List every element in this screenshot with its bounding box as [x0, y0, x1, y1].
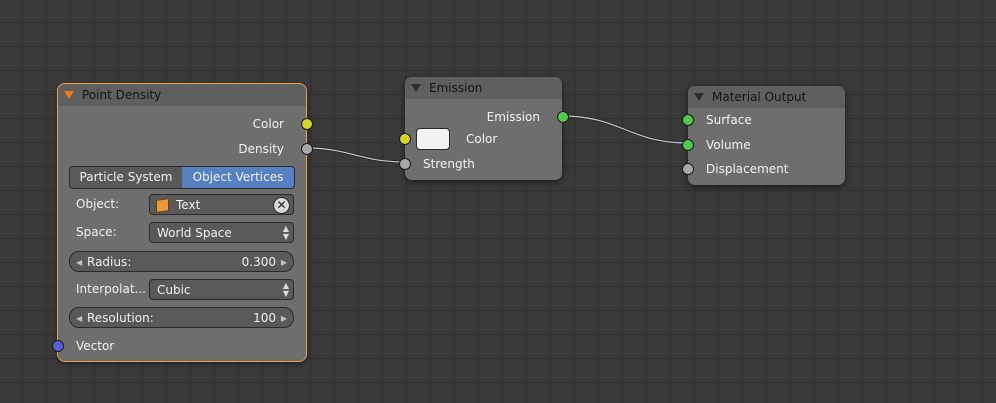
input-surface-row: Surface: [688, 110, 845, 130]
emission-header[interactable]: Emission: [405, 77, 562, 99]
output-density-row: Density: [58, 139, 306, 159]
material-output-node[interactable]: Material Output Surface Volume Displacem…: [682, 86, 845, 185]
output-emission-label: Emission: [486, 110, 540, 124]
point-density-header[interactable]: Point Density: [58, 84, 306, 106]
material-output-title: Material Output: [712, 90, 807, 104]
source-tabs: Particle System Object Vertices: [69, 166, 295, 189]
emission-node[interactable]: Emission Emission Color Strength: [399, 77, 569, 180]
increment-arrow-icon[interactable]: ▶: [281, 252, 287, 273]
updown-arrows-icon: ▲ ▼: [282, 280, 289, 298]
volume-input-socket[interactable]: [682, 139, 694, 151]
cube-icon: [156, 198, 169, 213]
decrement-arrow-icon[interactable]: ◀: [76, 308, 82, 329]
interpolation-label: Interpolat...: [76, 282, 146, 296]
decrement-arrow-icon[interactable]: ◀: [76, 252, 82, 273]
output-density-label: Density: [238, 142, 284, 156]
input-vector-label: Vector: [76, 339, 115, 353]
material-output-header[interactable]: Material Output: [688, 86, 845, 108]
link-emission-to-volume-highlight: [561, 115, 689, 144]
space-dropdown[interactable]: World Space ▲ ▼: [149, 222, 294, 243]
color-input-socket[interactable]: [399, 133, 411, 145]
radius-field[interactable]: ◀ Radius: 0.300 ▶: [69, 251, 294, 272]
output-color-label: Color: [252, 117, 284, 131]
input-displacement-label: Displacement: [706, 162, 789, 176]
input-volume-label: Volume: [706, 138, 751, 152]
input-strength-row: Strength: [405, 154, 562, 174]
surface-input-socket[interactable]: [682, 114, 694, 126]
input-surface-label: Surface: [706, 113, 752, 127]
space-value: World Space: [157, 226, 232, 240]
link-emission-to-volume[interactable]: [561, 114, 689, 145]
interpolation-dropdown[interactable]: Cubic ▲ ▼: [149, 279, 294, 300]
resolution-value: 100: [253, 311, 276, 325]
resolution-label: Resolution:: [87, 311, 154, 325]
color-swatch[interactable]: [416, 128, 450, 150]
object-value: Text: [176, 198, 201, 212]
clear-object-icon[interactable]: ✕: [273, 197, 290, 214]
point-density-node[interactable]: Point Density Color Density Particle Sys…: [52, 83, 313, 362]
radius-label: Radius:: [87, 255, 132, 269]
interpolation-value: Cubic: [157, 283, 191, 297]
updown-arrows-icon: ▲ ▼: [282, 223, 289, 241]
output-color-row: Color: [58, 114, 306, 134]
emission-title: Emission: [429, 81, 483, 95]
input-displacement-row: Displacement: [688, 159, 845, 179]
resolution-field[interactable]: ◀ Resolution: 100 ▶: [69, 307, 294, 328]
collapse-triangle-icon[interactable]: [694, 93, 704, 101]
input-volume-row: Volume: [688, 135, 845, 155]
tab-particle-system[interactable]: Particle System: [70, 167, 182, 188]
link-density-to-strength[interactable]: [305, 146, 406, 164]
object-field[interactable]: Text ✕: [149, 194, 294, 215]
space-label: Space:: [76, 225, 117, 239]
vector-input-socket[interactable]: [52, 340, 64, 352]
point-density-title: Point Density: [82, 88, 162, 102]
object-label: Object:: [76, 197, 120, 211]
strength-input-socket[interactable]: [399, 158, 411, 170]
density-output-socket[interactable]: [301, 143, 313, 155]
emission-output-socket[interactable]: [557, 111, 569, 123]
link-density-to-strength-highlight: [305, 147, 406, 163]
increment-arrow-icon[interactable]: ▶: [281, 308, 287, 329]
displacement-input-socket[interactable]: [682, 163, 694, 175]
input-strength-label: Strength: [423, 157, 475, 171]
collapse-triangle-icon[interactable]: [411, 84, 421, 92]
tab-object-vertices[interactable]: Object Vertices: [182, 167, 294, 188]
input-color-label: Color: [466, 132, 498, 146]
output-emission-row: Emission: [405, 107, 562, 127]
input-vector-row: Vector: [58, 336, 306, 356]
radius-value: 0.300: [241, 255, 276, 269]
color-output-socket[interactable]: [301, 118, 313, 130]
collapse-triangle-icon[interactable]: [64, 91, 74, 99]
